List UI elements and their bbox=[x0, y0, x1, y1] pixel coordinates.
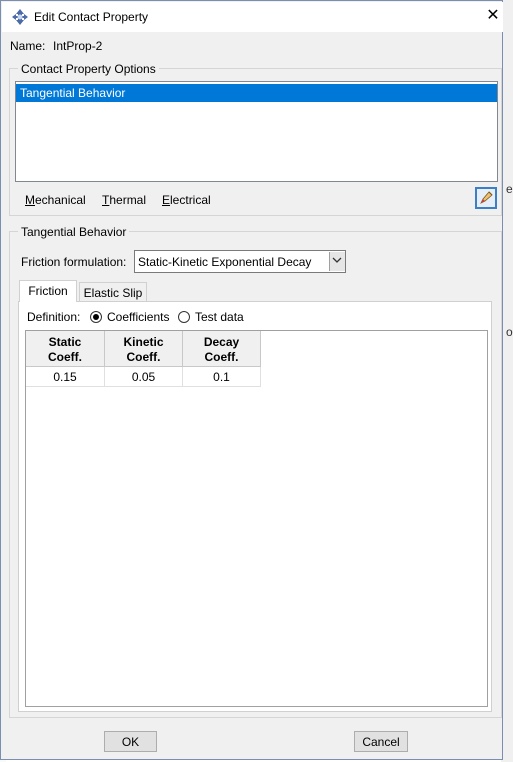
electrical-label: lectrical bbox=[170, 193, 211, 207]
background-fragment: e bbox=[506, 182, 513, 196]
tab-friction[interactable]: Friction bbox=[19, 280, 77, 302]
list-item-tangential-behavior[interactable]: Tangential Behavior bbox=[16, 84, 497, 102]
ok-button[interactable]: OK bbox=[104, 731, 157, 752]
thermal-menu[interactable]: Thermal bbox=[102, 193, 146, 207]
thermal-label: hermal bbox=[109, 193, 147, 207]
friction-formulation-select[interactable]: Static-Kinetic Exponential Decay bbox=[134, 250, 346, 273]
name-label: Name: bbox=[10, 39, 46, 53]
mechanical-menu[interactable]: Mechanical bbox=[25, 193, 86, 207]
test-data-radio-label[interactable]: Test data bbox=[195, 310, 244, 324]
header-line: Coeff. bbox=[48, 350, 82, 364]
close-icon[interactable]: ✕ bbox=[485, 7, 501, 25]
table-header-decay: Decay Coeff. bbox=[183, 331, 261, 367]
pencil-icon bbox=[480, 191, 493, 204]
friction-formulation-value: Static-Kinetic Exponential Decay bbox=[138, 255, 312, 269]
edit-option-button[interactable] bbox=[475, 187, 497, 209]
mechanical-label: echanical bbox=[35, 193, 86, 207]
header-line: Kinetic bbox=[123, 335, 164, 349]
chevron-down-icon bbox=[332, 257, 342, 263]
table-header-kinetic: Kinetic Coeff. bbox=[105, 331, 183, 367]
radio-selected-dot bbox=[93, 314, 99, 320]
header-line: Coeff. bbox=[126, 350, 161, 364]
friction-formulation-label: Friction formulation: bbox=[21, 255, 127, 269]
cancel-button[interactable]: Cancel bbox=[354, 731, 408, 752]
table-cell-static[interactable]: 0.15 bbox=[26, 367, 105, 387]
coefficients-radio-label[interactable]: Coefficients bbox=[107, 310, 169, 324]
tab-elastic-slip[interactable]: Elastic Slip bbox=[79, 282, 147, 302]
header-line: Coeff. bbox=[204, 350, 239, 364]
header-line: Static bbox=[48, 335, 82, 349]
electrical-mnemonic: E bbox=[162, 193, 171, 207]
table-header-static: Static Coeff. bbox=[26, 331, 105, 367]
tangential-behavior-label: Tangential Behavior bbox=[18, 225, 130, 239]
abaqus-icon bbox=[12, 9, 28, 25]
window-title: Edit Contact Property bbox=[34, 10, 149, 24]
background-fragment: o bbox=[506, 325, 513, 339]
electrical-menu[interactable]: Electrical bbox=[162, 193, 211, 207]
coefficient-table[interactable]: Static Coeff. Kinetic Coeff. Decay Coeff… bbox=[25, 330, 488, 707]
name-value: IntProp-2 bbox=[53, 39, 103, 53]
table-cell-kinetic[interactable]: 0.05 bbox=[105, 367, 183, 387]
mechanical-mnemonic: M bbox=[25, 193, 35, 207]
dropdown-arrow[interactable] bbox=[329, 252, 345, 271]
edit-contact-property-dialog: Edit Contact Property ✕ Name: IntProp-2 … bbox=[0, 0, 503, 760]
header-line: Decay bbox=[203, 335, 240, 349]
test-data-radio[interactable] bbox=[178, 311, 190, 323]
definition-label: Definition: bbox=[27, 310, 81, 324]
coefficients-radio[interactable] bbox=[90, 311, 102, 323]
contact-property-options-label: Contact Property Options bbox=[18, 62, 159, 76]
options-listbox[interactable]: Tangential Behavior bbox=[15, 81, 498, 182]
table-cell-decay[interactable]: 0.1 bbox=[183, 367, 261, 387]
